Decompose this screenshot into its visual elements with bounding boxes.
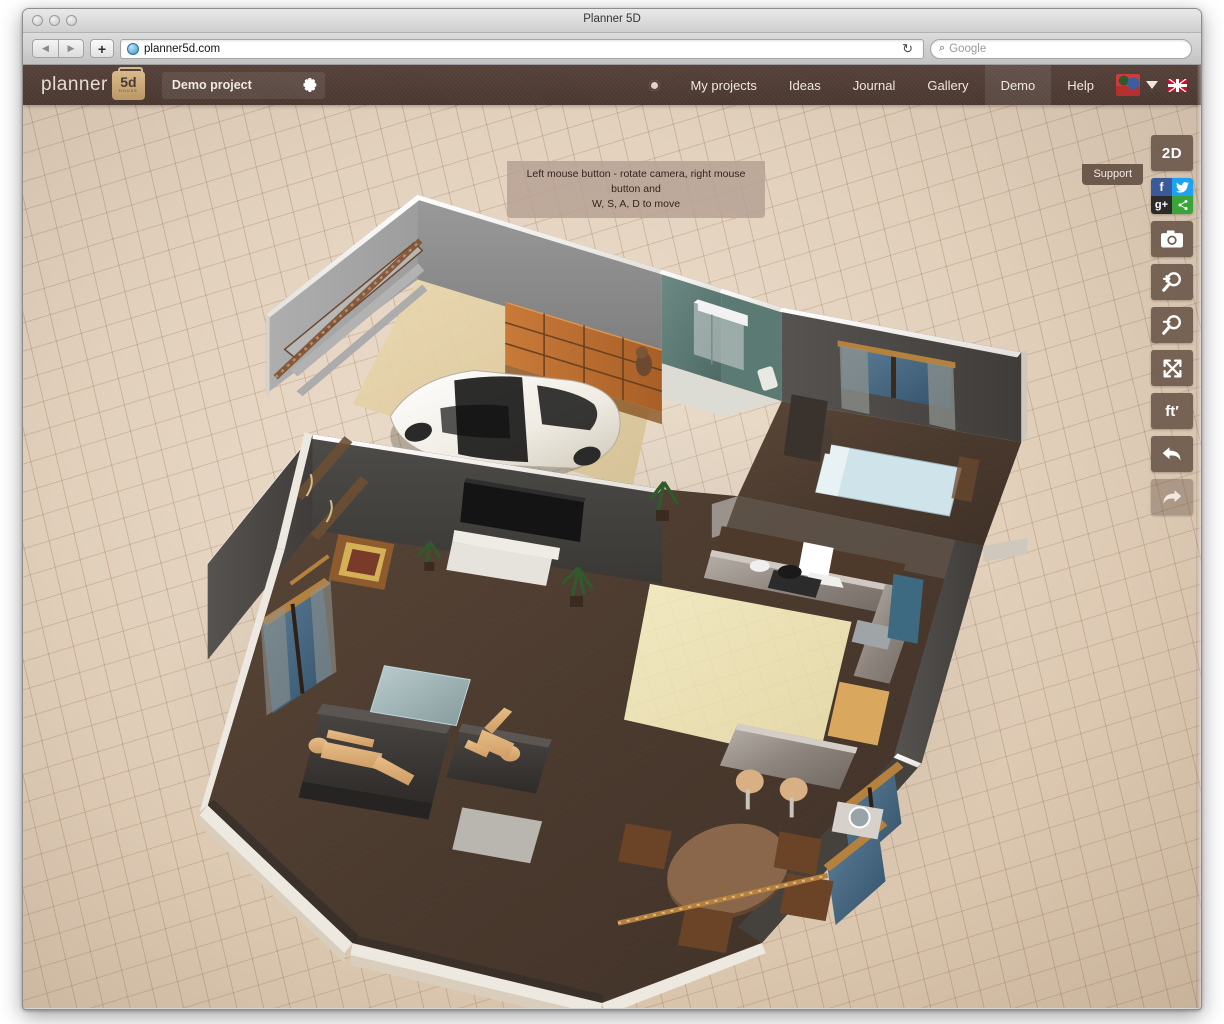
planner5d-app: planner 5d HOUSE Demo project My project… xyxy=(23,65,1201,1008)
bedroom-wall-right-edge xyxy=(1021,349,1027,442)
dining-chair-1 xyxy=(618,823,672,869)
notifications-icon[interactable] xyxy=(649,80,674,91)
nav-item-my-projects[interactable]: My projects xyxy=(674,65,772,105)
app-header: planner 5d HOUSE Demo project My project… xyxy=(23,65,1201,105)
kitchen-bowl xyxy=(750,560,770,572)
address-bar[interactable]: planner5d.com ↻ xyxy=(120,39,924,59)
new-tab-button[interactable]: + xyxy=(90,39,114,58)
forward-button[interactable]: ▶ xyxy=(58,39,84,58)
planner5d-logo[interactable]: planner 5d HOUSE xyxy=(41,71,145,100)
share-icon[interactable] xyxy=(1172,196,1193,214)
hint-line-2: W, S, A, D to move xyxy=(517,197,755,212)
window-title: Planner 5D xyxy=(23,13,1201,25)
living-framed-rug xyxy=(328,534,394,590)
screenshot-button[interactable] xyxy=(1151,221,1193,257)
nav-item-demo[interactable]: Demo xyxy=(985,65,1052,105)
project-name-text: Demo project xyxy=(172,78,252,92)
units-button[interactable]: ft′ xyxy=(1151,393,1193,429)
curtain-right xyxy=(927,362,955,430)
search-placeholder: Google xyxy=(949,43,986,55)
project-name-field[interactable]: Demo project xyxy=(162,72,325,99)
avatar xyxy=(1116,74,1140,96)
camera-icon xyxy=(1161,230,1183,248)
undo-icon xyxy=(1161,444,1183,464)
url-text: planner5d.com xyxy=(144,43,897,55)
zoom-in-button[interactable] xyxy=(1151,264,1193,300)
facebook-icon[interactable]: f xyxy=(1151,178,1172,196)
logo-wordmark: planner xyxy=(41,74,108,96)
globe-icon xyxy=(127,43,139,55)
search-icon: ⌕ xyxy=(939,42,945,55)
car-roof-glass xyxy=(440,405,510,439)
logo-badge-text: 5d xyxy=(120,77,136,88)
social-share-group: f g+ xyxy=(1151,178,1193,214)
browser-titlebar: Planner 5D xyxy=(23,9,1201,33)
chevron-down-icon xyxy=(1146,81,1158,89)
nav-item-gallery[interactable]: Gallery xyxy=(911,65,984,105)
dining-chair-2 xyxy=(678,905,734,953)
support-button[interactable]: Support xyxy=(1082,164,1143,185)
uk-flag-icon[interactable] xyxy=(1168,79,1187,92)
camera-hint-tooltip: Left mouse button - rotate camera, right… xyxy=(507,161,765,218)
curtain-left xyxy=(840,345,870,414)
zoom-out-icon xyxy=(1161,314,1183,336)
main-navigation: My projects Ideas Journal Gallery Demo H… xyxy=(649,65,1201,105)
redo-icon xyxy=(1161,487,1183,507)
google-plus-icon[interactable]: g+ xyxy=(1151,196,1172,214)
garage-wall-edge xyxy=(266,314,270,397)
view-mode-2d-button[interactable]: 2D xyxy=(1151,135,1193,171)
logo-badge-sub: HOUSE xyxy=(119,88,138,94)
fullscreen-icon xyxy=(1162,358,1183,379)
viewport-right-edge xyxy=(1196,65,1201,1008)
browser-toolbar: ◀ ▶ + planner5d.com ↻ ⌕ Google xyxy=(23,33,1201,65)
nav-item-journal[interactable]: Journal xyxy=(837,65,912,105)
twitter-icon[interactable] xyxy=(1172,178,1193,196)
right-toolbar: 2D f g+ xyxy=(1151,135,1193,515)
navigation-buttons: ◀ ▶ xyxy=(32,39,84,58)
nav-item-help[interactable]: Help xyxy=(1051,65,1110,105)
hint-line-1: Left mouse button - rotate camera, right… xyxy=(517,167,755,197)
undo-button[interactable] xyxy=(1151,436,1193,472)
zoom-in-icon xyxy=(1161,271,1183,293)
redo-button[interactable] xyxy=(1151,479,1193,515)
kitchen-pan xyxy=(778,565,802,579)
right-corner-edge xyxy=(983,538,1027,562)
browser-window: Planner 5D ◀ ▶ + planner5d.com ↻ ⌕ Googl… xyxy=(22,8,1202,1010)
reload-icon[interactable]: ↻ xyxy=(902,41,917,57)
gear-icon[interactable] xyxy=(303,78,317,92)
kitchen-refrigerator xyxy=(888,574,924,644)
logo-badge: 5d HOUSE xyxy=(112,71,145,100)
user-menu[interactable] xyxy=(1110,74,1168,96)
search-input[interactable]: ⌕ Google xyxy=(930,39,1192,59)
back-button[interactable]: ◀ xyxy=(32,39,58,58)
nav-item-ideas[interactable]: Ideas xyxy=(773,65,837,105)
fullscreen-button[interactable] xyxy=(1151,350,1193,386)
zoom-out-button[interactable] xyxy=(1151,307,1193,343)
